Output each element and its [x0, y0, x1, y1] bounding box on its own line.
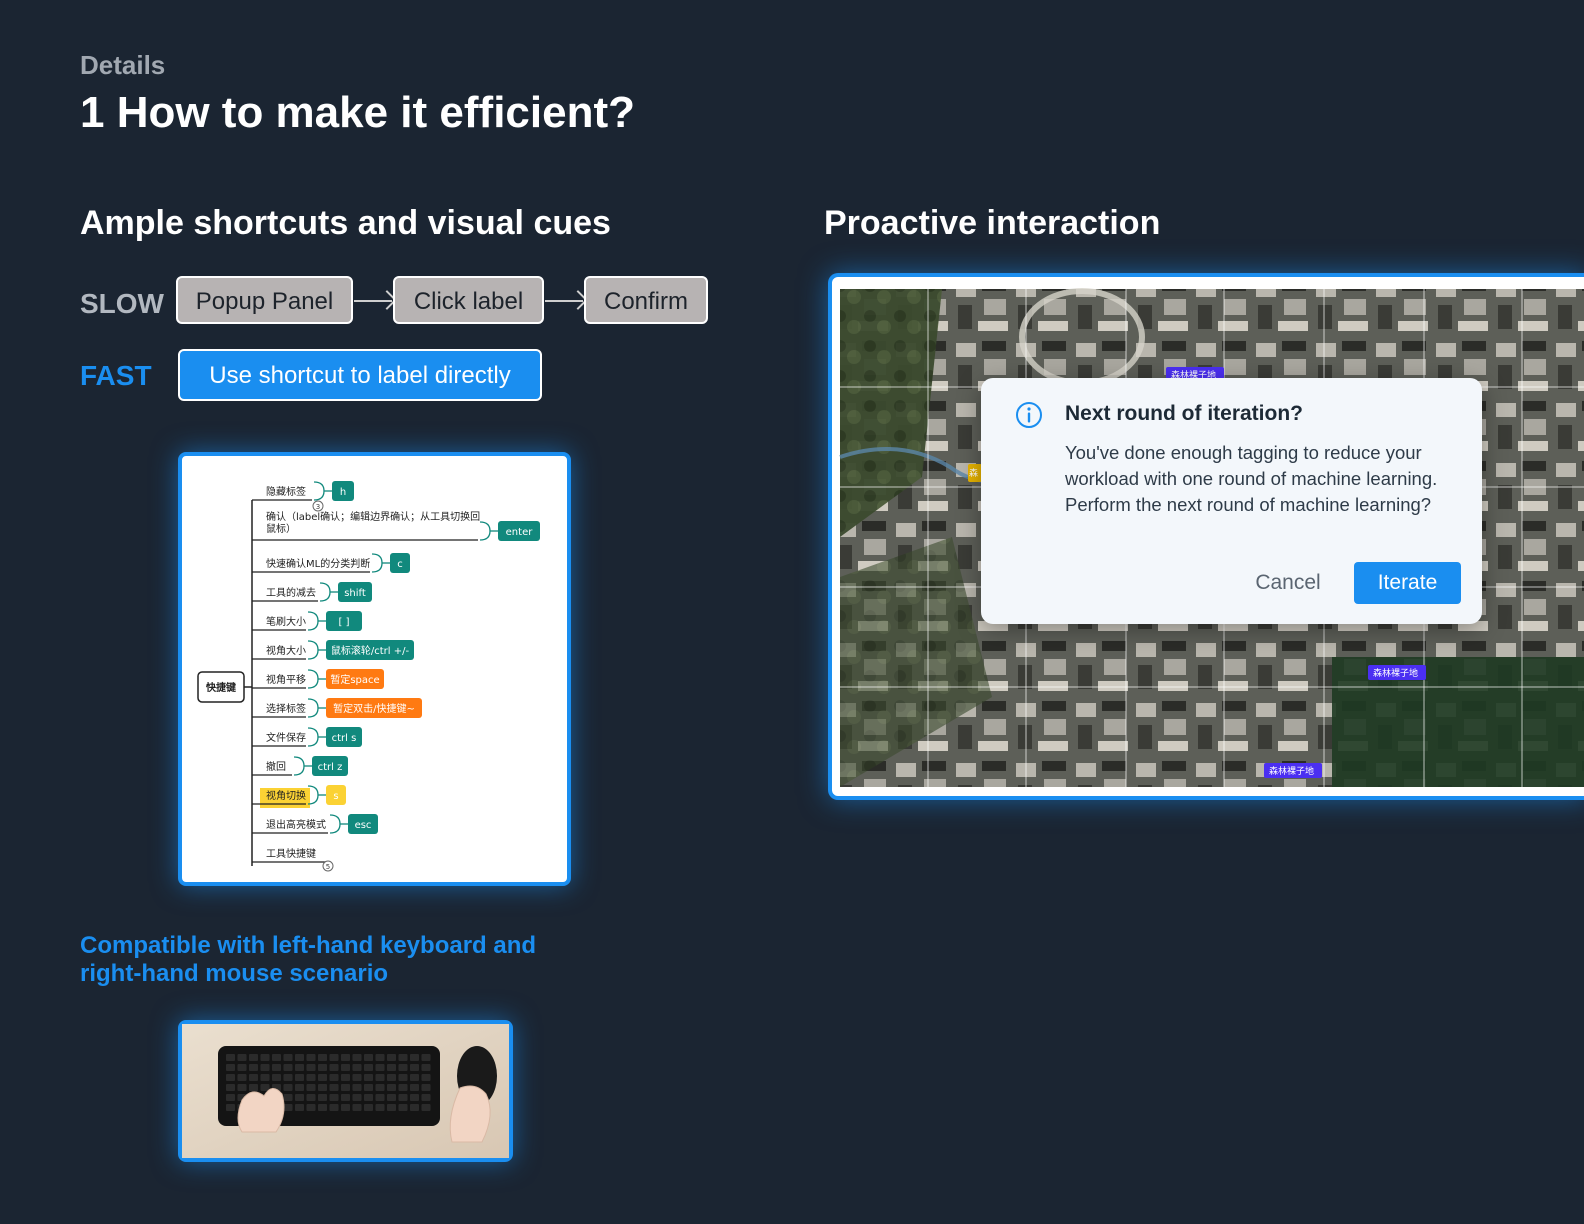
- mindmap-branch: 退出高亮模式 esc: [252, 814, 378, 834]
- shortcut-key-label: ctrl z: [318, 762, 343, 773]
- mindmap-branch: 视角平移 暂定space: [252, 669, 384, 689]
- step-confirm: Confirm: [584, 276, 708, 324]
- map-label-2: 森: [968, 464, 982, 482]
- mindmap-item-label: 工具快捷键: [266, 847, 316, 860]
- step-click-label: Click label: [393, 276, 544, 324]
- svg-text:森: 森: [969, 467, 978, 479]
- mindmap-item-label: 退出高亮模式: [266, 818, 326, 831]
- shortcut-key-label: c: [397, 559, 403, 570]
- shortcut-key-label: [ ]: [339, 617, 350, 628]
- step-popup-panel: Popup Panel: [176, 276, 353, 324]
- map-label-4: 森林裸子地: [1264, 763, 1322, 778]
- shortcut-key-label: s: [333, 791, 338, 802]
- iterate-button[interactable]: Iterate: [1354, 562, 1461, 604]
- slow-label: SLOW: [80, 288, 164, 319]
- mindmap-item-label: 选择标签: [266, 702, 306, 715]
- page-title: 1 How to make it efficient?: [80, 88, 635, 137]
- iteration-dialog: Next round of iteration? You've done eno…: [981, 378, 1482, 624]
- section-eyebrow: Details: [80, 50, 166, 80]
- shortcut-key-label: 暂定space: [330, 673, 379, 686]
- keyboard-mouse-illustration: [182, 1024, 509, 1158]
- svg-text:3: 3: [316, 503, 320, 511]
- map-label-3: 森林裸子地: [1368, 665, 1426, 680]
- mindmap-branch: 快速确认ML的分类判断 c: [252, 553, 410, 573]
- mindmap-branches: 隐藏标签 h 确认（label确认；编辑边界确认；从工具切换回鼠标） enter 快速确…: [252, 481, 540, 872]
- mindmap-item-label: 隐藏标签: [266, 485, 306, 498]
- shortcuts-heading: Ample shortcuts and visual cues: [80, 204, 611, 242]
- proactive-heading: Proactive interaction: [824, 204, 1161, 242]
- arrow-icon: [545, 300, 583, 302]
- fast-label: FAST: [80, 360, 152, 391]
- step-use-shortcut: Use shortcut to label directly: [178, 349, 542, 401]
- mindmap-branch: 工具快捷键: [252, 847, 330, 863]
- shortcut-key-label: ctrl s: [332, 733, 357, 744]
- mindmap-branch: 工具的减去 shift: [252, 582, 372, 602]
- mindmap-branch: 视角切换 s: [252, 785, 346, 808]
- mindmap-root: 快捷键: [205, 681, 237, 694]
- arrow-icon: [354, 300, 392, 302]
- mindmap-count-badge: 3: [312, 500, 324, 512]
- shortcut-key-label: h: [340, 487, 346, 498]
- mindmap-item-label: 文件保存: [266, 731, 306, 744]
- shortcut-key-label: 暂定双击/快捷键~: [333, 702, 415, 715]
- mindmap-item-label: 视角切换: [266, 789, 306, 802]
- shortcut-mindmap: 快捷键 隐藏标签 h 确认（label确认；编辑边界确认；从工具切换回鼠标） ente…: [197, 481, 540, 872]
- dialog-message: You've done enough tagging to reduce you…: [1065, 442, 1438, 515]
- mindmap-count-badge: 5: [322, 860, 334, 872]
- mindmap-branch: 撤回 ctrl z: [252, 756, 348, 776]
- shortcut-key-label: 鼠标滚轮/ctrl +/-: [331, 644, 410, 657]
- mindmap-branch: 视角大小 鼠标滚轮/ctrl +/-: [252, 640, 414, 660]
- mindmap-item-label: 笔刷大小: [266, 615, 306, 628]
- cancel-button[interactable]: Cancel: [1233, 562, 1343, 604]
- mindmap-branch: 文件保存 ctrl s: [252, 727, 362, 747]
- mindmap-branch: 隐藏标签 h: [252, 481, 354, 501]
- mindmap-item-label: 视角平移: [266, 673, 306, 686]
- shortcut-key-label: esc: [355, 820, 372, 831]
- svg-text:5: 5: [326, 863, 330, 871]
- mindmap-branch: 笔刷大小 [ ]: [252, 611, 362, 631]
- mindmap-item-label: 快速确认ML的分类判断: [266, 557, 370, 570]
- mindmap-item-label: 工具的减去: [266, 586, 316, 599]
- mindmap-branch: 选择标签 暂定双击/快捷键~: [252, 698, 422, 718]
- mindmap-item-label: 视角大小: [266, 644, 306, 657]
- shortcut-mindmap-card: 快捷键 隐藏标签 h 确认（label确认；编辑边界确认；从工具切换回 鼠标） ente…: [178, 452, 571, 886]
- keyboard-mouse-photo: [178, 1020, 513, 1162]
- shortcut-key-label: enter: [506, 527, 534, 538]
- svg-text:森林裸子地: 森林裸子地: [1269, 765, 1314, 777]
- svg-text:森林裸子地: 森林裸子地: [1373, 667, 1418, 679]
- mindmap-item-label: 确认（label确认；编辑边界确认；从工具切换回: [266, 510, 480, 523]
- mindmap-item-label: 鼠标）: [266, 522, 296, 535]
- info-icon: [1016, 402, 1042, 428]
- dialog-title: Next round of iteration?: [1065, 402, 1303, 425]
- keyboard-mouse-note: Compatible with left-hand keyboard and r…: [80, 932, 537, 987]
- mindmap-branch: 确认（label确认；编辑边界确认；从工具切换回鼠标） enter: [252, 510, 540, 541]
- mindmap-item-label: 撤回: [266, 760, 286, 773]
- shortcut-key-label: shift: [344, 588, 366, 599]
